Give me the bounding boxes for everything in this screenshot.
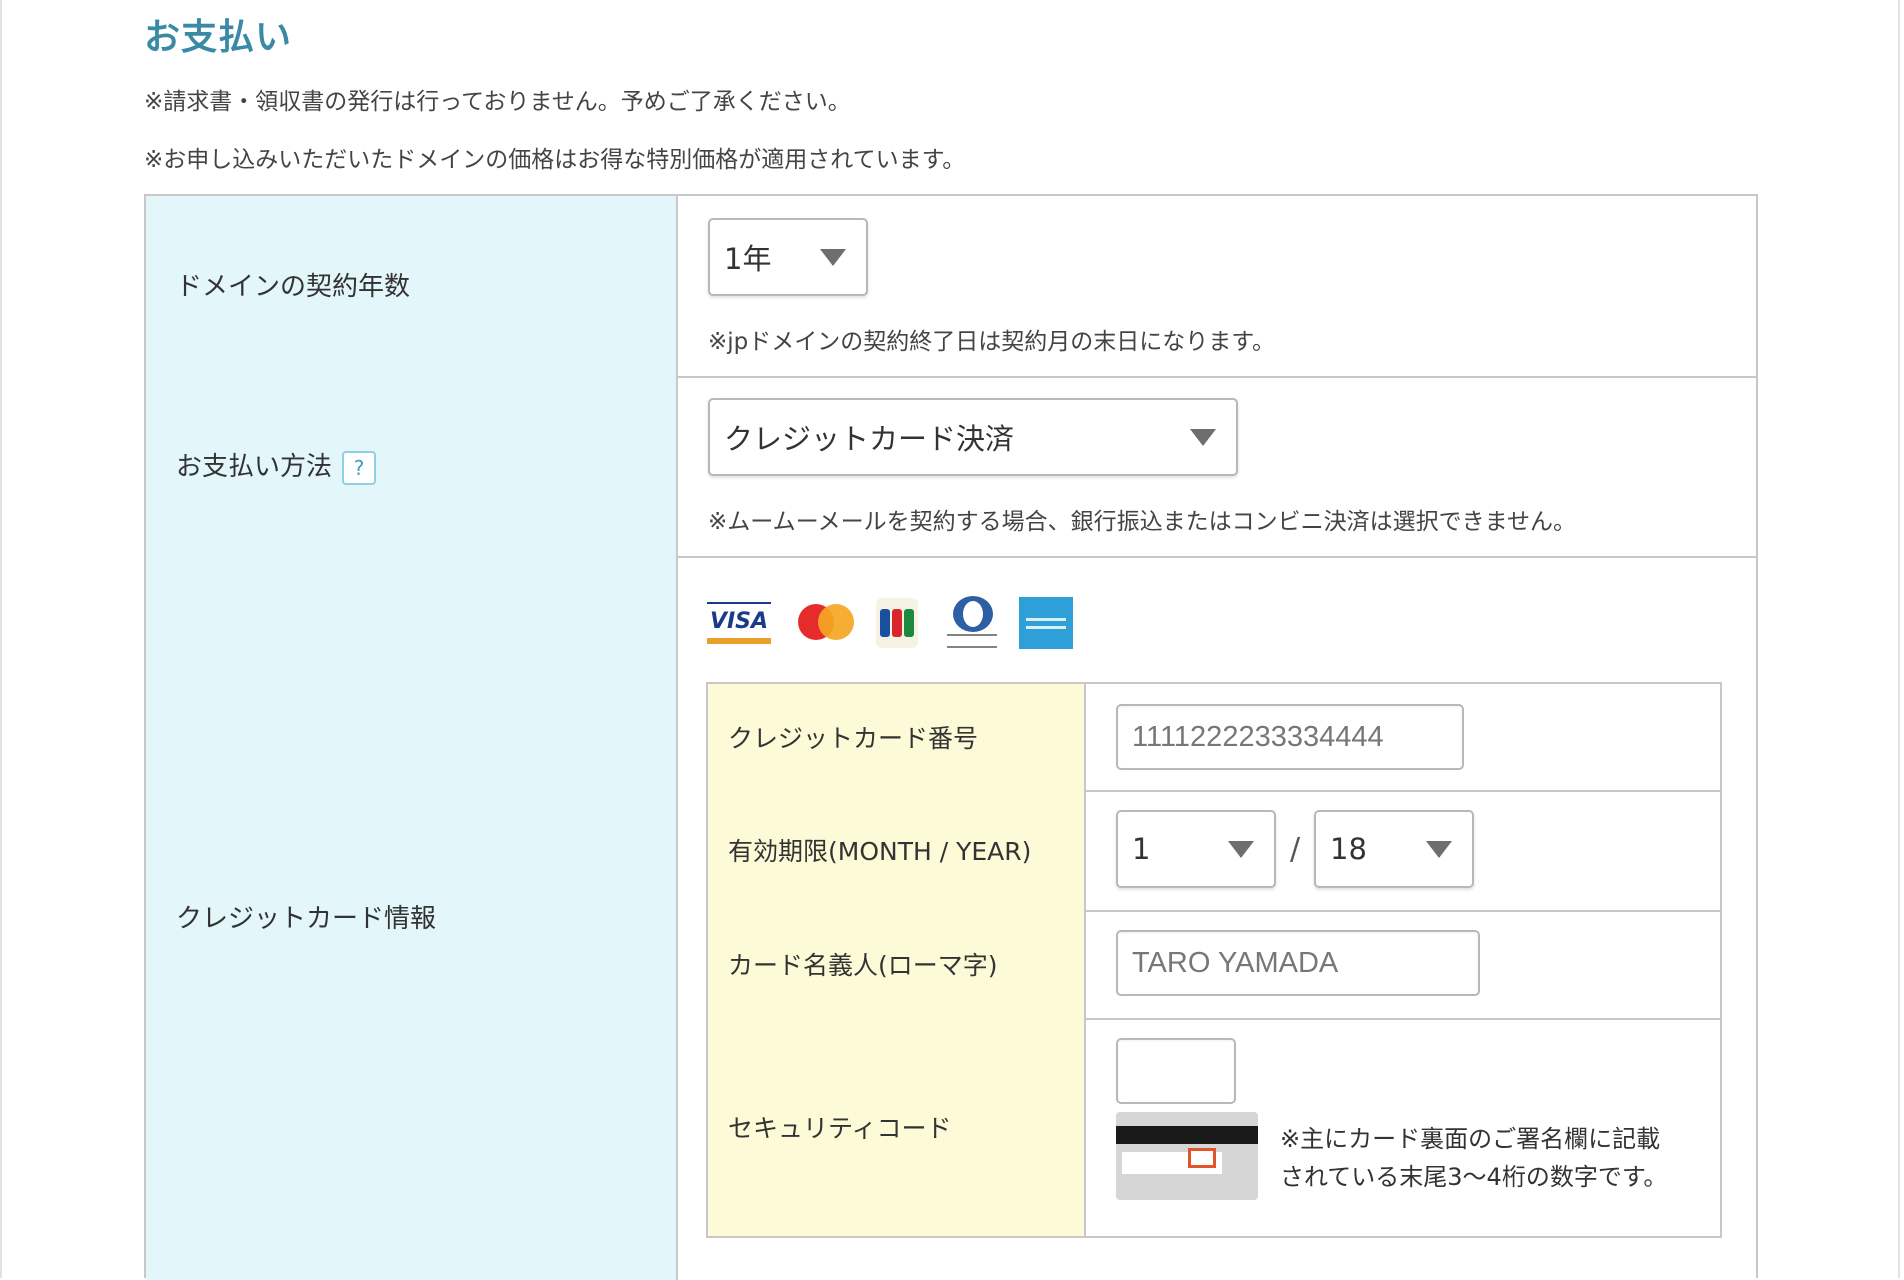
mastercard-logo-icon xyxy=(796,596,854,650)
contract-years-select[interactable]: 1年 xyxy=(708,218,868,296)
card-info-label: クレジットカード情報 xyxy=(176,904,437,934)
diners-logo-icon xyxy=(942,596,1002,650)
security-code-value-cell: ※主にカード裏面のご署名欄に記載 されている末尾3〜4桁の数字です。 xyxy=(1086,1018,1720,1236)
invoice-note: ※請求書・領収書の発行は行っておりません。予めご了承ください。 xyxy=(144,89,851,115)
visa-logo-icon: VISA xyxy=(706,596,772,650)
contract-years-row: ドメインの契約年数 1年 ※jpドメインの契約終了日は契約月の末日になります。 xyxy=(146,196,1756,378)
payment-method-row: お支払い方法? クレジットカード決済 ※ムームーメールを契約する場合、銀行振込ま… xyxy=(146,376,1756,558)
expiry-label: 有効期限(MONTH / YEAR) xyxy=(728,837,1032,866)
expiry-row: 有効期限(MONTH / YEAR) 1 / 18 xyxy=(708,790,1720,912)
card-number-value-cell: 1111222233334444 xyxy=(1086,684,1720,790)
security-code-note: ※主にカード裏面のご署名欄に記載 されている末尾3〜4桁の数字です。 xyxy=(1280,1120,1667,1196)
security-code-label-cell: セキュリティコード xyxy=(708,1018,1086,1236)
chevron-down-icon xyxy=(1426,841,1452,858)
payment-table: ドメインの契約年数 1年 ※jpドメインの契約終了日は契約月の末日になります。 … xyxy=(144,194,1758,1280)
chevron-down-icon xyxy=(1228,841,1254,858)
expiry-label-cell: 有効期限(MONTH / YEAR) xyxy=(708,790,1086,910)
contract-years-label: ドメインの契約年数 xyxy=(176,272,411,302)
card-holder-label: カード名義人(ローマ字) xyxy=(728,951,998,980)
card-number-label-cell: クレジットカード番号 xyxy=(708,684,1086,790)
card-holder-value-cell: TARO YAMADA xyxy=(1086,910,1720,1018)
card-holder-row: カード名義人(ローマ字) TARO YAMADA xyxy=(708,910,1720,1020)
payment-method-value-cell: クレジットカード決済 ※ムームーメールを契約する場合、銀行振込またはコンビニ決済… xyxy=(678,376,1756,556)
payment-method-select[interactable]: クレジットカード決済 xyxy=(708,398,1238,476)
payment-method-label: お支払い方法 xyxy=(176,452,333,482)
payment-method-label-cell: お支払い方法? xyxy=(146,376,678,556)
expiry-separator: / xyxy=(1290,832,1301,867)
page-frame-right xyxy=(1898,0,1900,1278)
expiry-year-select[interactable]: 18 xyxy=(1314,810,1474,888)
expiry-month-selected: 1 xyxy=(1132,832,1151,866)
visa-logo-text: VISA xyxy=(707,602,771,644)
card-back-icon xyxy=(1116,1112,1258,1200)
amex-logo-icon xyxy=(1018,596,1074,650)
jcb-logo-icon xyxy=(874,596,920,650)
security-code-note-line1: ※主にカード裏面のご署名欄に記載 xyxy=(1280,1125,1661,1153)
page-frame-left xyxy=(0,0,2,1278)
payment-method-label-wrap: お支払い方法? xyxy=(176,446,377,485)
expiry-value-cell: 1 / 18 xyxy=(1086,790,1720,910)
contract-years-note: ※jpドメインの契約終了日は契約月の末日になります。 xyxy=(708,329,1275,355)
price-note: ※お申し込みいただいたドメインの価格はお得な特別価格が適用されています。 xyxy=(144,147,966,173)
card-info-value-cell: VISA クレジットカード番号 1111222233334444 有効期限(MO… xyxy=(678,556,1756,1280)
card-number-input[interactable]: 1111222233334444 xyxy=(1116,704,1464,770)
card-info-row: クレジットカード情報 VISA クレジットカード番号 1111222233334… xyxy=(146,556,1756,1280)
expiry-month-select[interactable]: 1 xyxy=(1116,810,1276,888)
security-code-label: セキュリティコード xyxy=(728,1114,952,1143)
expiry-year-selected: 18 xyxy=(1330,832,1367,866)
section-title: お支払い xyxy=(144,17,293,58)
card-number-label: クレジットカード番号 xyxy=(728,724,979,753)
help-icon[interactable]: ? xyxy=(342,450,377,485)
payment-method-selected: クレジットカード決済 xyxy=(724,422,1015,456)
card-info-label-cell: クレジットカード情報 xyxy=(146,556,678,1280)
card-holder-input[interactable]: TARO YAMADA xyxy=(1116,930,1480,996)
card-number-row: クレジットカード番号 1111222233334444 xyxy=(708,684,1720,792)
security-code-input[interactable] xyxy=(1116,1038,1236,1104)
security-code-row: セキュリティコード ※主にカード裏面のご署名欄に記載 されている末尾3〜4桁の数… xyxy=(708,1018,1720,1236)
contract-years-value-cell: 1年 ※jpドメインの契約終了日は契約月の末日になります。 xyxy=(678,196,1756,376)
card-holder-label-cell: カード名義人(ローマ字) xyxy=(708,910,1086,1018)
security-code-note-line2: されている末尾3〜4桁の数字です。 xyxy=(1280,1163,1668,1191)
contract-years-selected: 1年 xyxy=(724,242,772,276)
contract-years-label-cell: ドメインの契約年数 xyxy=(146,196,678,376)
chevron-down-icon xyxy=(820,249,846,266)
card-details-table: クレジットカード番号 1111222233334444 有効期限(MONTH /… xyxy=(706,682,1722,1238)
payment-method-note: ※ムームーメールを契約する場合、銀行振込またはコンビニ決済は選択できません。 xyxy=(708,509,1576,535)
chevron-down-icon xyxy=(1190,429,1216,446)
